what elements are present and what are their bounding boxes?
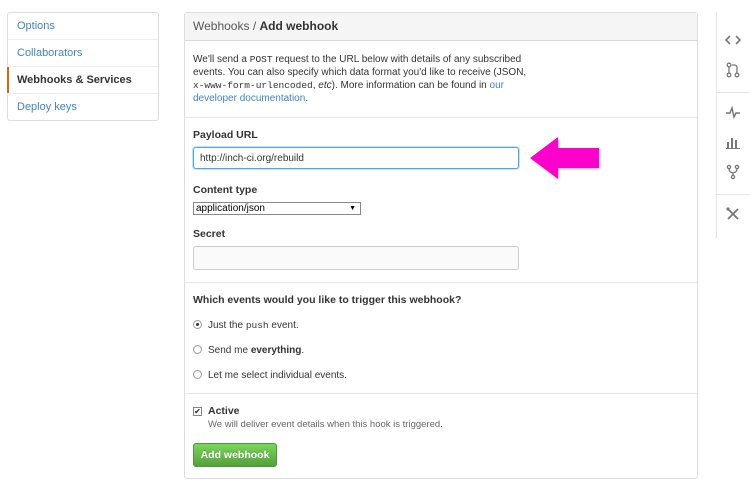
secret-label: Secret (193, 228, 226, 240)
content-type-select[interactable]: application/json ▼ (193, 202, 361, 215)
content-type-label: Content type (193, 184, 258, 196)
menu-item-collaborators[interactable]: Collaborators (8, 40, 158, 67)
payload-url-input[interactable] (193, 147, 519, 169)
intro-part1: We'll send a (193, 54, 250, 65)
pull-request-icon[interactable] (725, 62, 741, 78)
opt1-pre: Just the (208, 320, 246, 331)
opt2-pre: Send me (208, 345, 251, 356)
page-title: Add webhook (259, 19, 339, 33)
rail-divider (717, 92, 750, 93)
intro-etc: etc (318, 80, 332, 91)
rail-divider (717, 194, 750, 195)
dropdown-arrow-icon: ▼ (349, 205, 356, 212)
radio-individual[interactable] (193, 370, 202, 379)
intro-text: We'll send a POST request to the URL bel… (193, 53, 533, 105)
add-webhook-panel: Webhooks / Add webhook We'll send a POST… (184, 12, 698, 479)
divider (185, 393, 697, 394)
opt3-label: Let me select individual events. (208, 370, 347, 381)
divider (185, 117, 697, 118)
event-option-push[interactable]: Just the push event. (193, 320, 299, 331)
radio-push[interactable] (193, 320, 202, 329)
intro-code-post: POST (249, 54, 273, 65)
intro-part5: . (305, 93, 309, 104)
opt1-code: push (245, 320, 269, 331)
content-type-value: application/json (196, 203, 265, 214)
menu-item-deploy-keys[interactable]: Deploy keys (8, 94, 158, 120)
settings-menu: Options Collaborators Webhooks & Service… (7, 12, 159, 121)
opt2-bold: everything (250, 345, 302, 356)
secret-input[interactable] (193, 246, 519, 270)
radio-everything[interactable] (193, 345, 202, 354)
event-option-individual[interactable]: Let me select individual events. (193, 370, 347, 381)
add-webhook-button[interactable]: Add webhook (193, 443, 277, 467)
code-icon[interactable] (725, 32, 741, 48)
pulse-icon[interactable] (725, 104, 741, 120)
intro-code-urlencoded: x-www-form-urlencoded (193, 80, 313, 91)
annotation-arrow-icon (530, 137, 599, 179)
opt1-post: event. (268, 320, 299, 331)
breadcrumb: Webhooks / (193, 19, 257, 33)
opt2-post: . (301, 345, 305, 356)
active-checkbox[interactable]: ✔ (193, 407, 202, 416)
settings-icon[interactable] (725, 206, 741, 222)
network-icon[interactable] (725, 164, 741, 180)
intro-part4: ). More information can be found in (331, 80, 490, 91)
divider (185, 282, 697, 283)
payload-url-label: Payload URL (193, 129, 258, 141)
menu-item-options[interactable]: Options (8, 13, 158, 40)
repo-nav-rail (716, 12, 750, 238)
event-option-everything[interactable]: Send me everything. (193, 345, 304, 356)
active-label: Active (208, 405, 240, 417)
events-question: Which events would you like to trigger t… (193, 294, 462, 306)
menu-item-webhooks-services[interactable]: Webhooks & Services (7, 67, 158, 94)
active-note: We will deliver event details when this … (208, 419, 443, 430)
graph-icon[interactable] (725, 134, 741, 150)
panel-header: Webhooks / Add webhook (185, 13, 697, 41)
